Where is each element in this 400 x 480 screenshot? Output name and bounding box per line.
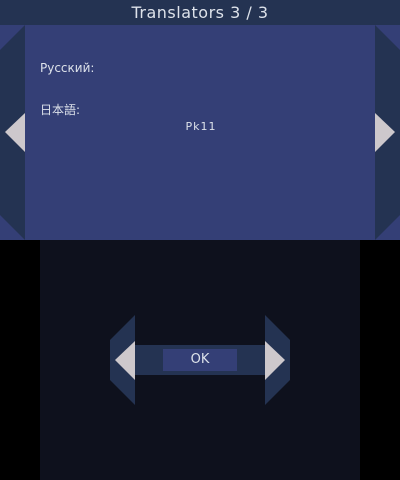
- ok-control: [110, 315, 290, 405]
- ok-button[interactable]: OK: [163, 349, 237, 371]
